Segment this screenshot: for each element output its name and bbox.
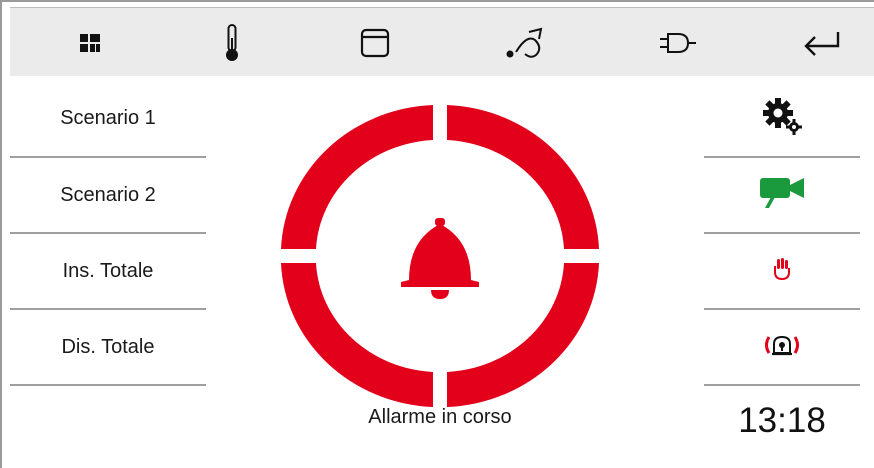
- scenario-2-button[interactable]: Scenario 2: [10, 157, 206, 234]
- ins-totale-button[interactable]: Ins. Totale: [10, 233, 206, 310]
- hand-icon: [772, 258, 792, 285]
- alarm-ring-segment: [447, 105, 599, 249]
- alarm-ring-segment: [281, 105, 433, 249]
- scenario-1-button[interactable]: Scenario 1: [10, 80, 206, 157]
- grid-icon[interactable]: [50, 8, 130, 77]
- dis-totale-label: Dis. Totale: [61, 336, 155, 358]
- alarm-ring[interactable]: [280, 104, 600, 408]
- camera-button[interactable]: [704, 157, 860, 234]
- watering-can-icon[interactable]: [487, 8, 567, 77]
- bell-icon: [401, 218, 479, 299]
- dis-totale-button[interactable]: Dis. Totale: [10, 309, 206, 386]
- ins-totale-label: Ins. Totale: [62, 260, 154, 282]
- scenario-1-label: Scenario 1: [60, 107, 156, 129]
- back-arrow-icon[interactable]: [782, 8, 862, 77]
- clock-time: 13:18: [738, 401, 826, 440]
- alarm-status-text: Allarme in corso: [368, 406, 512, 428]
- settings-button[interactable]: [704, 80, 860, 157]
- shutter-icon[interactable]: [335, 8, 415, 77]
- plug-icon[interactable]: [638, 8, 718, 77]
- scenario-2-label: Scenario 2: [60, 184, 156, 206]
- siren-icon: [763, 334, 801, 361]
- divider: [10, 384, 206, 386]
- siren-button[interactable]: [704, 309, 860, 386]
- settings-icon: [762, 97, 802, 140]
- camera-icon: [757, 173, 807, 218]
- thermometer-icon[interactable]: [192, 8, 272, 77]
- top-toolbar: [10, 7, 874, 76]
- panic-button[interactable]: [704, 233, 860, 310]
